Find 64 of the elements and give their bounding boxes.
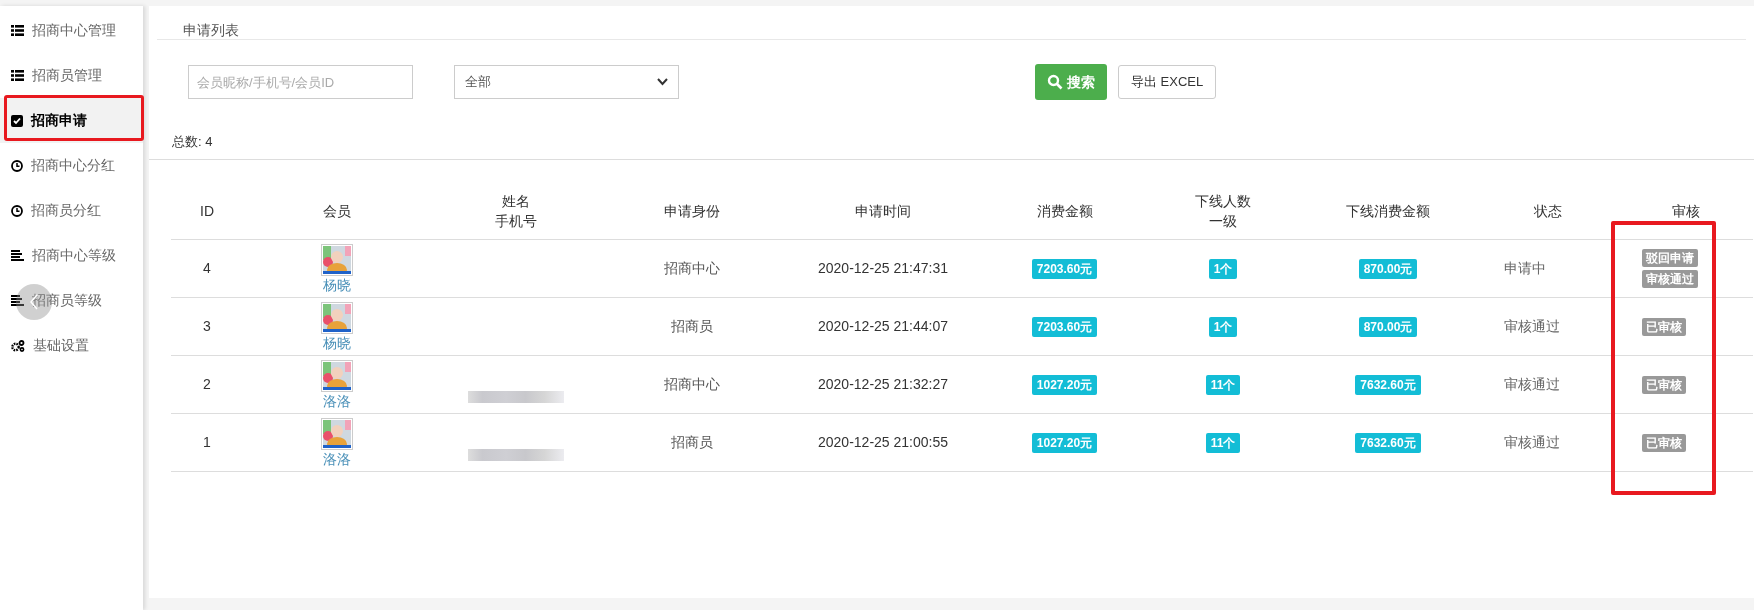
gears-icon <box>11 339 25 352</box>
status-text: 申请中 <box>1504 259 1546 278</box>
column-header: 会员 <box>323 201 351 221</box>
clock-icon <box>11 204 23 217</box>
amount-badge: 870.00元 <box>1358 316 1418 337</box>
column-header: 姓名 手机号 <box>495 191 537 231</box>
sidebar-item[interactable]: 招商员管理 <box>0 53 143 98</box>
table-cell-text: 招商中心 <box>664 259 720 278</box>
count-badge: 11个 <box>1205 432 1241 453</box>
list-icon <box>11 25 24 36</box>
count-badge: 1个 <box>1208 316 1238 337</box>
table-cell-text: 3 <box>203 317 211 336</box>
table-cell-text: 招商中心 <box>664 375 720 394</box>
column-header: 申请时间 <box>855 201 911 221</box>
member-link[interactable]: 洛洛 <box>323 391 351 410</box>
table-cell-text: 2020-12-25 21:44:07 <box>818 317 948 336</box>
list-icon <box>11 70 24 81</box>
table-cell-text: 2020-12-25 21:47:31 <box>818 259 948 278</box>
amount-badge: 870.00元 <box>1358 258 1418 279</box>
column-header: 下线消费金额 <box>1346 201 1430 221</box>
total-count: 总数: 4 <box>172 132 213 151</box>
table-cell-text: 2020-12-25 21:32:27 <box>818 375 948 394</box>
panel-title: 申请列表 <box>183 22 239 38</box>
search-icon <box>1047 74 1063 90</box>
clock-icon <box>11 159 23 172</box>
table-cell-text: 2 <box>203 375 211 394</box>
table-cell-text: 4 <box>203 259 211 278</box>
table-cell-text: 招商员 <box>671 317 713 336</box>
checkbox-icon <box>11 114 23 127</box>
column-header: 审核 <box>1672 201 1700 221</box>
member-link[interactable]: 洛洛 <box>323 449 351 468</box>
export-button[interactable]: 导出 EXCEL <box>1118 65 1217 99</box>
member-link[interactable]: 杨晓 <box>323 333 351 352</box>
amount-badge: 1027.20元 <box>1031 374 1098 395</box>
member-link[interactable]: 杨晓 <box>323 275 351 294</box>
column-header: 状态 <box>1533 201 1562 221</box>
count-badge: 1个 <box>1208 258 1238 279</box>
amount-badge: 7632.60元 <box>1355 374 1421 395</box>
table-cell-text: 2020-12-25 21:00:55 <box>818 433 948 452</box>
filter-dropdown[interactable]: 全部 <box>454 65 679 99</box>
amount-badge: 7632.60元 <box>1355 432 1421 453</box>
table-cell-text: 招商员 <box>671 433 713 452</box>
status-text: 审核通过 <box>1504 375 1560 394</box>
amount-badge: 7203.60元 <box>1031 316 1098 337</box>
sidebar-item[interactable]: 招商中心管理 <box>0 8 143 53</box>
column-header: 下线人数 一级 <box>1195 191 1251 231</box>
amount-badge: 1027.20元 <box>1031 432 1098 453</box>
column-header: 申请身份 <box>664 201 720 221</box>
table-cell-text: 1 <box>203 433 211 452</box>
sidebar-item[interactable]: 招商员分红 <box>0 188 143 233</box>
sidebar-item[interactable]: 招商中心等级 <box>0 233 143 278</box>
amount-badge: 7203.60元 <box>1031 258 1098 279</box>
search-field[interactable]: 会员昵称/手机号/会员ID <box>188 65 413 99</box>
sidebar-item[interactable]: 基础设置 <box>0 323 143 368</box>
align-left-icon <box>11 250 24 261</box>
chevron-down-icon <box>657 78 668 86</box>
count-badge: 11个 <box>1205 374 1241 395</box>
status-text: 审核通过 <box>1504 317 1560 336</box>
sidebar-item[interactable]: 招商申请 <box>0 98 143 143</box>
column-header: ID <box>200 201 214 221</box>
align-left-icon <box>11 295 24 306</box>
status-text: 审核通过 <box>1504 433 1560 452</box>
sidebar-item[interactable]: 招商中心分红 <box>0 143 143 188</box>
column-header: 消费金额 <box>1036 201 1093 221</box>
